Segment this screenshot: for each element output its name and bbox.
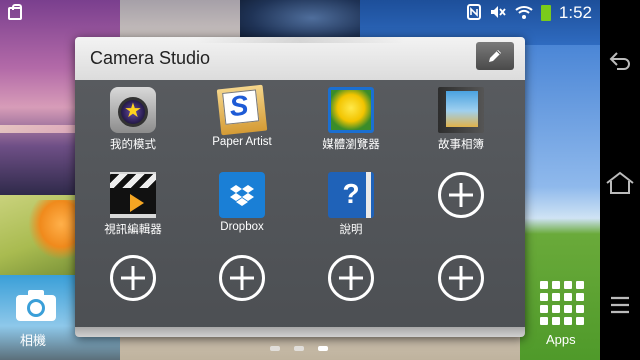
nfc-icon bbox=[466, 4, 481, 22]
paper-artist-icon: S bbox=[216, 84, 268, 136]
page-dot[interactable] bbox=[294, 346, 304, 351]
menu-icon bbox=[611, 296, 629, 314]
page-indicator bbox=[270, 346, 328, 351]
video-editor-icon bbox=[110, 172, 156, 218]
status-bar: 1:52 bbox=[0, 0, 600, 26]
camera-icon bbox=[16, 290, 56, 321]
app-my-mode[interactable]: ★ 我的模式 bbox=[78, 87, 188, 152]
app-story-album[interactable]: 故事相簿 bbox=[406, 87, 516, 152]
folder-title[interactable]: Camera Studio bbox=[90, 48, 210, 69]
app-label: 說明 bbox=[339, 224, 363, 236]
camera-label: 相機 bbox=[20, 333, 47, 348]
add-circle-icon bbox=[438, 255, 484, 301]
apps-label: Apps bbox=[546, 332, 576, 347]
add-circle-icon bbox=[438, 172, 484, 218]
page-dot-active[interactable] bbox=[318, 346, 328, 351]
home-button[interactable] bbox=[605, 168, 635, 198]
app-media-browser[interactable]: 媒體瀏覽器 bbox=[296, 87, 406, 152]
add-app-slot[interactable] bbox=[296, 255, 406, 301]
folder-grid: ★ 我的模式 S Paper Artist 媒體瀏覽器 故事相簿 視訊編輯器 D… bbox=[75, 80, 525, 337]
add-app-slot[interactable] bbox=[78, 255, 188, 301]
app-paper-artist[interactable]: S Paper Artist bbox=[187, 84, 297, 148]
page-dot[interactable] bbox=[270, 346, 280, 351]
app-label: 媒體瀏覽器 bbox=[322, 139, 380, 151]
app-label: Paper Artist bbox=[212, 136, 272, 148]
folder-window: Camera Studio ★ 我的模式 S Paper Artist 媒體瀏覽… bbox=[75, 37, 525, 337]
mute-icon bbox=[489, 4, 507, 22]
home-screen: 1:52 Camera Studio ★ 我的模式 S Paper Artist bbox=[0, 0, 600, 360]
home-icon bbox=[606, 171, 634, 194]
app-label: Dropbox bbox=[220, 221, 264, 233]
my-mode-camera-icon: ★ bbox=[110, 87, 156, 133]
shopping-bag-icon bbox=[8, 3, 22, 20]
folder-header: Camera Studio bbox=[75, 37, 525, 80]
wifi-icon bbox=[515, 4, 533, 22]
add-circle-icon bbox=[110, 255, 156, 301]
navigation-bar bbox=[600, 0, 640, 360]
app-label: 我的模式 bbox=[110, 139, 156, 151]
media-browser-icon bbox=[328, 87, 374, 133]
app-dropbox[interactable]: Dropbox bbox=[187, 172, 297, 233]
app-label: 視訊編輯器 bbox=[104, 224, 162, 236]
back-button[interactable] bbox=[605, 46, 635, 76]
app-label: 故事相簿 bbox=[438, 139, 484, 151]
menu-button[interactable] bbox=[605, 290, 635, 320]
clock: 1:52 bbox=[558, 3, 592, 22]
battery-icon bbox=[540, 5, 551, 21]
story-album-icon bbox=[438, 87, 484, 133]
pencil-icon bbox=[489, 50, 501, 62]
add-app-slot[interactable] bbox=[187, 255, 297, 301]
dropbox-icon bbox=[219, 172, 265, 218]
add-app-slot[interactable] bbox=[406, 172, 516, 218]
add-app-slot[interactable] bbox=[406, 255, 516, 301]
app-help[interactable]: ? 說明 bbox=[296, 172, 406, 237]
app-video-editor[interactable]: 視訊編輯器 bbox=[78, 172, 188, 237]
add-circle-icon bbox=[328, 255, 374, 301]
apps-drawer-button[interactable] bbox=[540, 281, 584, 325]
camera-shortcut[interactable] bbox=[12, 285, 60, 325]
edit-folder-button[interactable] bbox=[476, 42, 514, 70]
help-icon: ? bbox=[328, 172, 374, 218]
back-icon bbox=[609, 52, 630, 70]
add-circle-icon bbox=[219, 255, 265, 301]
